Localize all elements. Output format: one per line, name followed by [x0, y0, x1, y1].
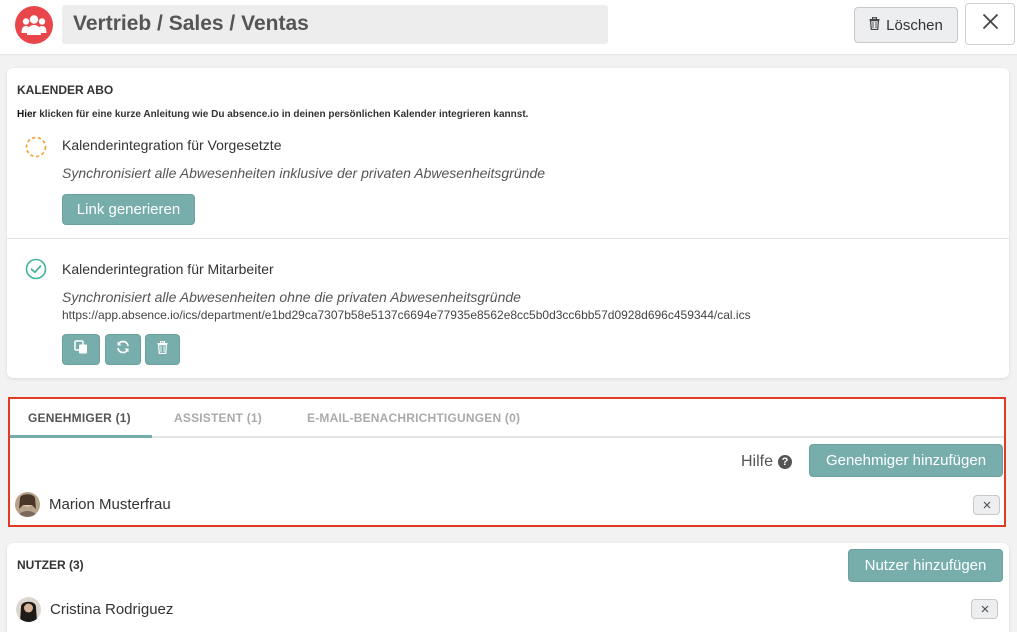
tab-approvers-label: GENEHMIGER: [28, 411, 113, 425]
avatar: [16, 597, 41, 622]
regenerate-link-button[interactable]: [105, 334, 141, 365]
tab-assistant[interactable]: ASSISTENT (1): [174, 411, 262, 425]
approver-row: Marion Musterfrau: [15, 492, 171, 517]
close-icon: [982, 13, 999, 35]
delete-link-button[interactable]: [145, 334, 180, 365]
calendar-hint-text: klicken für eine kurze Anleitung wie Du …: [39, 109, 529, 120]
delete-label: Löschen: [886, 16, 943, 34]
delete-button[interactable]: Löschen: [854, 7, 958, 43]
manager-integration-title: Kalenderintegration für Vorgesetzte: [62, 137, 282, 153]
refresh-icon: [116, 340, 130, 359]
user-name: Cristina Rodriguez: [50, 601, 174, 618]
section-divider: [7, 238, 1009, 239]
tab-email-notifications-count: (0): [504, 411, 521, 425]
remove-approver-button[interactable]: [973, 495, 1000, 515]
employee-integration-title: Kalenderintegration für Mitarbeiter: [62, 261, 274, 277]
user-row: Cristina Rodriguez: [16, 597, 173, 622]
tab-email-notifications[interactable]: E-MAIL-BENACHRICHTIGUNGEN (0): [307, 411, 520, 425]
pending-status-icon: [25, 136, 47, 163]
close-icon: [981, 602, 989, 616]
calendar-section-title: KALENDER ABO: [17, 83, 114, 97]
calendar-hint: Hier klicken für eine kurze Anleitung wi…: [17, 109, 528, 120]
active-status-icon: [25, 258, 47, 285]
tab-assistant-count: (1): [246, 411, 262, 425]
approvers-tabs: GENEHMIGER (1) ASSISTENT (1) E-MAIL-BENA…: [10, 399, 1004, 438]
manager-integration-description: Synchronisiert alle Abwesenheiten inklus…: [62, 165, 546, 181]
generate-link-button[interactable]: Link generieren: [62, 194, 195, 225]
approver-name: Marion Musterfrau: [49, 496, 171, 513]
copy-link-button[interactable]: [62, 334, 100, 365]
add-user-button[interactable]: Nutzer hinzufügen: [848, 549, 1003, 582]
help-label: Hilfe: [741, 453, 774, 470]
tab-approvers[interactable]: GENEHMIGER (1): [28, 411, 131, 425]
calendar-url: https://app.absence.io/ics/department/e1…: [62, 308, 751, 322]
help-link[interactable]: Hilfe ?: [741, 453, 793, 471]
employee-integration-description: Synchronisiert alle Abwesenheiten ohne d…: [62, 289, 521, 305]
users-card: NUTZER (3) Nutzer hinzufügen Cristina Ro…: [7, 543, 1009, 632]
active-tab-indicator: [10, 435, 152, 438]
department-name-input[interactable]: Vertrieb / Sales / Ventas: [62, 5, 608, 44]
close-icon: [983, 498, 991, 512]
question-icon: ?: [778, 455, 793, 469]
users-section-title: NUTZER (3): [17, 558, 84, 572]
tab-approvers-count: (1): [115, 411, 131, 425]
trash-icon: [157, 340, 168, 359]
trash-icon: [869, 16, 880, 34]
calendar-subscription-card: KALENDER ABO Hier klicken für eine kurze…: [7, 68, 1009, 378]
calendar-hint-link[interactable]: Hier: [17, 109, 36, 120]
department-group-icon: [15, 6, 53, 44]
close-button[interactable]: [965, 3, 1015, 45]
remove-user-button[interactable]: [971, 599, 998, 619]
add-approver-button[interactable]: Genehmiger hinzufügen: [809, 444, 1003, 477]
copy-icon: [74, 340, 88, 359]
department-header: Vertrieb / Sales / Ventas Löschen: [0, 0, 1017, 55]
tab-email-notifications-label: E-MAIL-BENACHRICHTIGUNGEN: [307, 411, 502, 425]
approvers-section: GENEHMIGER (1) ASSISTENT (1) E-MAIL-BENA…: [8, 397, 1006, 527]
tab-assistant-label: ASSISTENT: [174, 411, 244, 425]
avatar: [15, 492, 40, 517]
